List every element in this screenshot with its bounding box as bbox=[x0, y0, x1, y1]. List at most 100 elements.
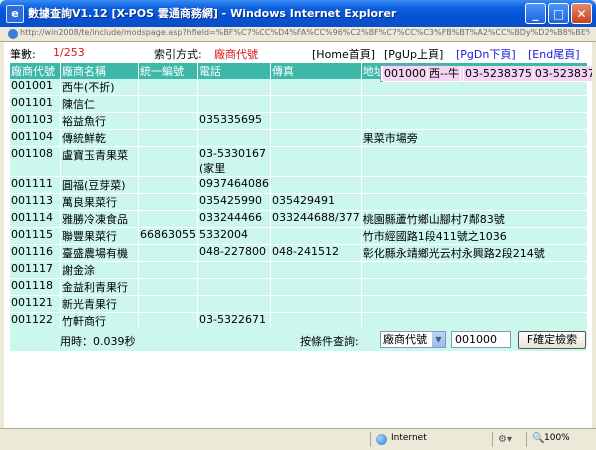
window-title: 數據查詢V1.12 [X-POS 雲通商務網] - Windows Intern… bbox=[28, 7, 397, 20]
cell-fax bbox=[270, 176, 362, 194]
cell-vendor-id: 001122 bbox=[10, 312, 61, 330]
cell-fax bbox=[270, 79, 362, 96]
maximize-button[interactable]: □ bbox=[548, 3, 569, 24]
cell-vendor-name: 西--牛 bbox=[427, 66, 461, 82]
cell-vendor-name: 雅勝冷凍食品 bbox=[60, 210, 139, 228]
cell-vendor-name: 傳統鮮乾 bbox=[60, 129, 139, 147]
page-icon bbox=[8, 29, 18, 39]
cell-vendor-id: 001114 bbox=[10, 210, 61, 228]
search-input[interactable]: 001000 bbox=[451, 331, 511, 348]
table-row[interactable]: 001113 萬良果菜行 035425990 035429491 bbox=[10, 193, 588, 211]
cell-phone: 03-5330167 (家里 bbox=[197, 146, 271, 177]
end-link[interactable]: [End尾頁] bbox=[528, 46, 580, 62]
browser-window: e 數據查詢V1.12 [X-POS 雲通商務網] - Windows Inte… bbox=[0, 0, 596, 450]
pgup-link[interactable]: [PgUp上頁] bbox=[384, 46, 443, 62]
cell-fax: 03-5238376 bbox=[533, 66, 592, 82]
table-row[interactable]: 001103 裕益魚行 035335695 bbox=[10, 112, 588, 130]
cell-fax bbox=[270, 312, 362, 330]
title-bar[interactable]: e 數據查詢V1.12 [X-POS 雲通商務網] - Windows Inte… bbox=[0, 0, 596, 27]
protected-mode-icon[interactable]: ⚙▾ bbox=[498, 434, 512, 445]
cell-vendor-name: 萬良果菜行 bbox=[60, 193, 139, 211]
vendor-table: 廠商代號 廠商名稱 統一編號 電話 傳真 地址 001000 西--牛 03-523… bbox=[10, 63, 592, 347]
cell-address bbox=[361, 112, 588, 130]
cell-vendor-id: 001001 bbox=[10, 79, 61, 96]
cell-address bbox=[361, 193, 588, 211]
zoom-icon[interactable]: 🔍 bbox=[532, 433, 544, 444]
col-fax[interactable]: 傳真 bbox=[270, 63, 362, 79]
table-row[interactable]: 001114 雅勝冷凍食品 033244466 033244688/377 桃園縣蘆竹鄉… bbox=[10, 210, 588, 228]
cell-phone: 035335695 bbox=[197, 112, 271, 130]
security-zone: Internet bbox=[391, 433, 427, 443]
condition-select[interactable]: 廠商代號 ▼ bbox=[380, 331, 446, 348]
table-row[interactable]: 001101 陳信仁 bbox=[10, 95, 588, 113]
confirm-search-button[interactable]: F確定檢索 bbox=[518, 331, 586, 349]
table-row[interactable]: 001118 金益利青果行 bbox=[10, 278, 588, 296]
cell-vendor-id: 001111 bbox=[10, 176, 61, 194]
chevron-down-icon[interactable]: ▼ bbox=[432, 332, 445, 347]
table-row[interactable]: 001122 竹軒商行 03-5322671 bbox=[10, 312, 588, 330]
address-bar[interactable]: http://win2008/te/include/modspage.asp?h… bbox=[0, 27, 596, 42]
col-vendor-name[interactable]: 廠商名稱 bbox=[60, 63, 139, 79]
minimize-button[interactable]: _ bbox=[525, 3, 546, 24]
cell-vendor-id: 001113 bbox=[10, 193, 61, 211]
cell-vendor-name: 臺盛農場有機 bbox=[60, 244, 139, 262]
cell-address: 竹市經國路1段411號之1036 bbox=[361, 227, 588, 245]
cell-vendor-id: 001121 bbox=[10, 295, 61, 313]
table-row[interactable]: 001117 謝金涂 bbox=[10, 261, 588, 279]
cell-tax-id bbox=[138, 210, 198, 228]
cell-tax-id bbox=[138, 278, 198, 296]
col-vendor-id[interactable]: 廠商代號 bbox=[10, 63, 61, 79]
cell-tax-id bbox=[138, 112, 198, 130]
cell-vendor-id: 001116 bbox=[10, 244, 61, 262]
cell-vendor-id: 001101 bbox=[10, 95, 61, 113]
count-label: 筆數: bbox=[10, 48, 36, 61]
cell-vendor-id: 001118 bbox=[10, 278, 61, 296]
cell-address bbox=[361, 261, 588, 279]
index-value: 廠商代號 bbox=[214, 48, 258, 61]
cell-fax bbox=[270, 129, 362, 147]
pgdn-link[interactable]: [PgDn下頁] bbox=[456, 46, 516, 62]
zoom-level[interactable]: 100% bbox=[544, 433, 570, 443]
cell-vendor-name: 聯豐果菜行 bbox=[60, 227, 139, 245]
table-row[interactable]: 001000西--牛03-523837503-5238376竹市西大路594號 bbox=[380, 65, 592, 82]
cell-fax bbox=[270, 227, 362, 245]
cell-fax bbox=[270, 278, 362, 296]
cell-phone bbox=[197, 295, 271, 313]
cell-tax-id bbox=[138, 244, 198, 262]
cell-tax-id bbox=[138, 129, 198, 147]
status-divider bbox=[526, 432, 527, 447]
status-divider bbox=[370, 432, 371, 447]
table-row[interactable]: 001108 盧寶玉青果菜 03-5330167 (家里 bbox=[10, 146, 588, 177]
cell-address bbox=[361, 146, 588, 177]
cell-vendor-name: 新光青果行 bbox=[60, 295, 139, 313]
table-row[interactable]: 001121 新光青果行 bbox=[10, 295, 588, 313]
status-bar: Internet ⚙▾ 🔍 100% bbox=[0, 428, 596, 450]
count-value: 1/253 bbox=[53, 46, 85, 59]
table-row[interactable]: 001116 臺盛農場有機 048-227800 048-241512 彰化縣永靖鄉光云… bbox=[10, 244, 588, 262]
cell-vendor-name: 西牛(不折) bbox=[60, 79, 139, 96]
cell-phone bbox=[197, 95, 271, 113]
cell-address bbox=[361, 312, 588, 330]
cell-phone: 0937464086 bbox=[197, 176, 271, 194]
cell-phone bbox=[197, 129, 271, 147]
cell-phone: 03-5238375 bbox=[463, 66, 534, 82]
table-row[interactable]: 001104 傳統鮮乾 果菜市場旁 bbox=[10, 129, 588, 147]
col-phone[interactable]: 電話 bbox=[197, 63, 271, 79]
cell-phone bbox=[197, 261, 271, 279]
cell-address bbox=[361, 278, 588, 296]
condition-label: 按條件查詢: bbox=[300, 335, 359, 348]
table-row[interactable]: 001111 圓福(豆芽菜) 0937464086 bbox=[10, 176, 588, 194]
cell-address: 彰化縣永靖鄉光云村永興路2段214號 bbox=[361, 244, 588, 262]
cell-address: 桃園縣蘆竹鄉山腳村7鄰83號 bbox=[361, 210, 588, 228]
cell-address: 果菜市場旁 bbox=[361, 129, 588, 147]
home-link[interactable]: [Home首頁] bbox=[312, 46, 375, 62]
address-url[interactable]: http://win2008/te/include/modspage.asp?h… bbox=[20, 28, 590, 37]
cell-address bbox=[361, 176, 588, 194]
cell-phone: 035425990 bbox=[197, 193, 271, 211]
cell-fax bbox=[270, 295, 362, 313]
col-tax-id[interactable]: 統一編號 bbox=[138, 63, 198, 79]
table-row[interactable]: 001115 聯豐果菜行 66863055 5332004 竹市經國路1段411號之10… bbox=[10, 227, 588, 245]
cell-vendor-id: 001104 bbox=[10, 129, 61, 147]
cell-address bbox=[361, 95, 588, 113]
close-button[interactable]: ✕ bbox=[571, 3, 592, 24]
